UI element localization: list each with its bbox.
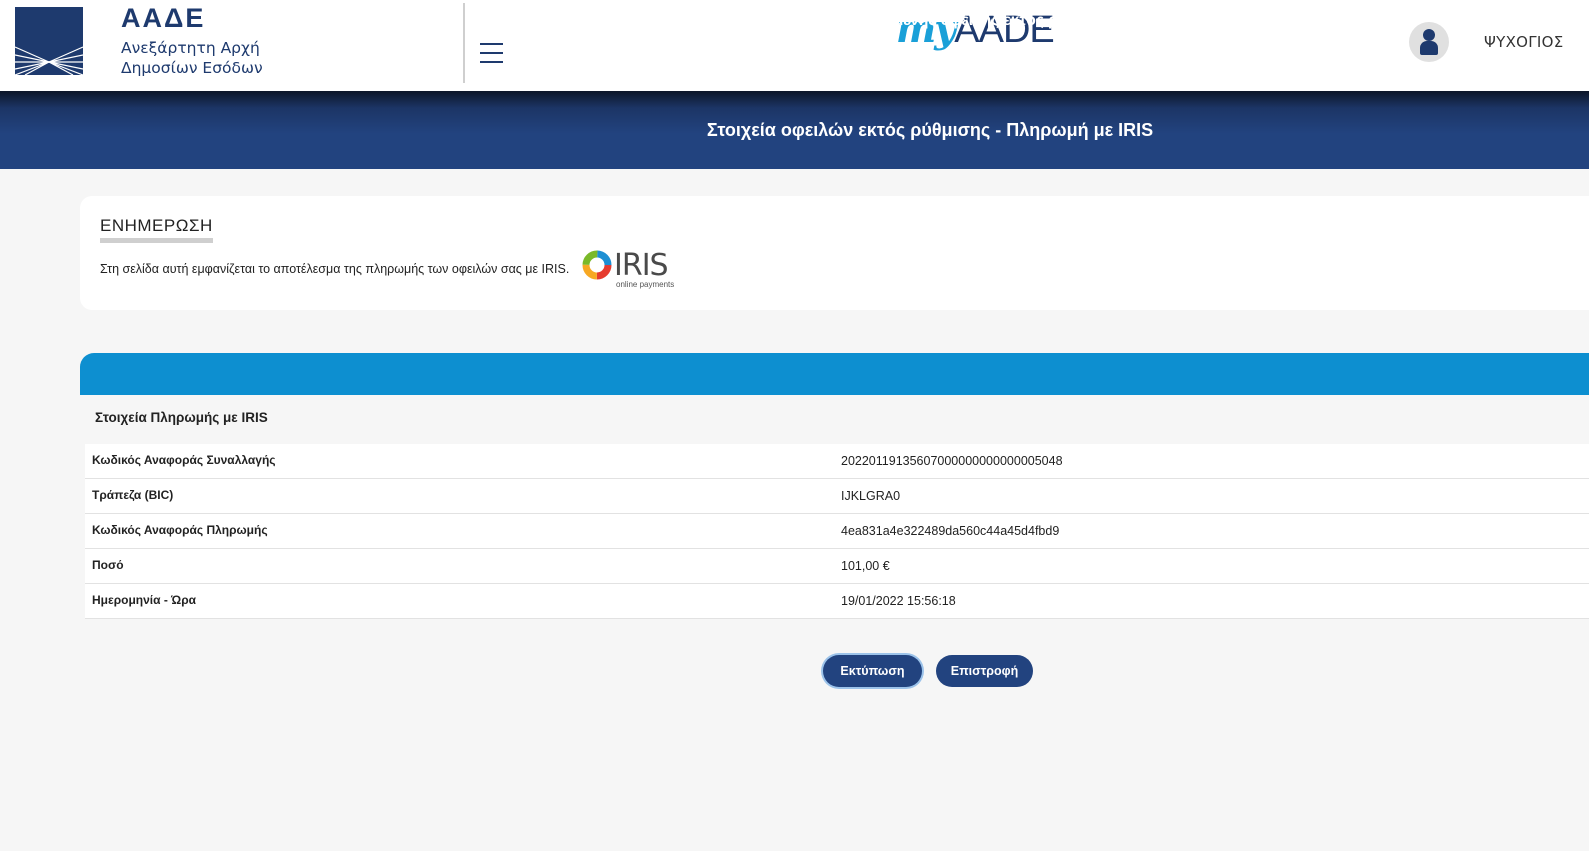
- payment-details-title: Στοιχεία Πληρωμής με IRIS: [95, 410, 268, 425]
- logo-name-line2: Δημοσίων Εσόδων: [121, 59, 263, 77]
- detail-label: Ημερομηνία - Ώρα: [92, 593, 197, 607]
- detail-value: 101,00 €: [841, 559, 890, 573]
- detail-row-bank-bic: Τράπεζα (BIC) IJKLGRA0: [85, 479, 1589, 514]
- success-banner: [80, 353, 1589, 395]
- detail-row-transaction-ref: Κωδικός Αναφοράς Συναλλαγής 202201191356…: [85, 444, 1589, 479]
- back-button[interactable]: Επιστροφή: [936, 655, 1033, 687]
- iris-ring-icon: [582, 250, 612, 280]
- detail-value: IJKLGRA0: [841, 489, 901, 503]
- username[interactable]: ΨΥΧΟΓΙΟΣ: [1484, 33, 1564, 51]
- detail-value: 20220119135607000000000000005048: [841, 454, 1063, 468]
- info-text: Στη σελίδα αυτή εμφανίζεται το αποτέλεσμ…: [100, 262, 570, 276]
- detail-label: Κωδικός Αναφοράς Πληρωμής: [92, 523, 268, 537]
- detail-value: 19/01/2022 15:56:18: [841, 594, 956, 608]
- info-card: ΕΝΗΜΕΡΩΣΗ Στη σελίδα αυτή εμφανίζεται το…: [80, 196, 1589, 310]
- hamburger-icon[interactable]: [478, 40, 506, 66]
- iris-subtitle: online payments: [616, 280, 675, 289]
- iris-logo: IRIS online payments: [582, 248, 682, 290]
- page-title: Στοιχεία οφειλών εκτός ρύθμισης - Πληρωμ…: [706, 120, 1154, 140]
- detail-row-amount: Ποσό 101,00 €: [85, 549, 1589, 584]
- logo-organization-name: Ανεξάρτητη Αρχή Δημοσίων Εσόδων: [121, 38, 321, 78]
- detail-label: Τράπεζα (BIC): [92, 488, 174, 502]
- detail-row-payment-ref: Κωδικός Αναφοράς Πληρωμής 4ea831a4e32248…: [85, 514, 1589, 549]
- detail-label: Κωδικός Αναφοράς Συναλλαγής: [92, 453, 276, 467]
- iris-wordmark: IRIS: [614, 248, 669, 283]
- detail-row-datetime: Ημερομηνία - Ώρα 19/01/2022 15:56:18: [85, 584, 1589, 619]
- success-message: Επιτυχής ολοκλήρωση πληρωμής βεβαιωμένης…: [582, 12, 1118, 29]
- info-heading: ΕΝΗΜΕΡΩΣΗ: [100, 216, 213, 243]
- detail-label: Ποσό: [92, 558, 124, 572]
- logo-name-line1: Ανεξάρτητη Αρχή: [121, 39, 260, 57]
- print-button[interactable]: Εκτύπωση: [823, 655, 922, 687]
- detail-value: 4ea831a4e322489da560c44a45d4fbd9: [841, 524, 1060, 538]
- payment-details-table: Κωδικός Αναφοράς Συναλλαγής 202201191356…: [85, 444, 1589, 619]
